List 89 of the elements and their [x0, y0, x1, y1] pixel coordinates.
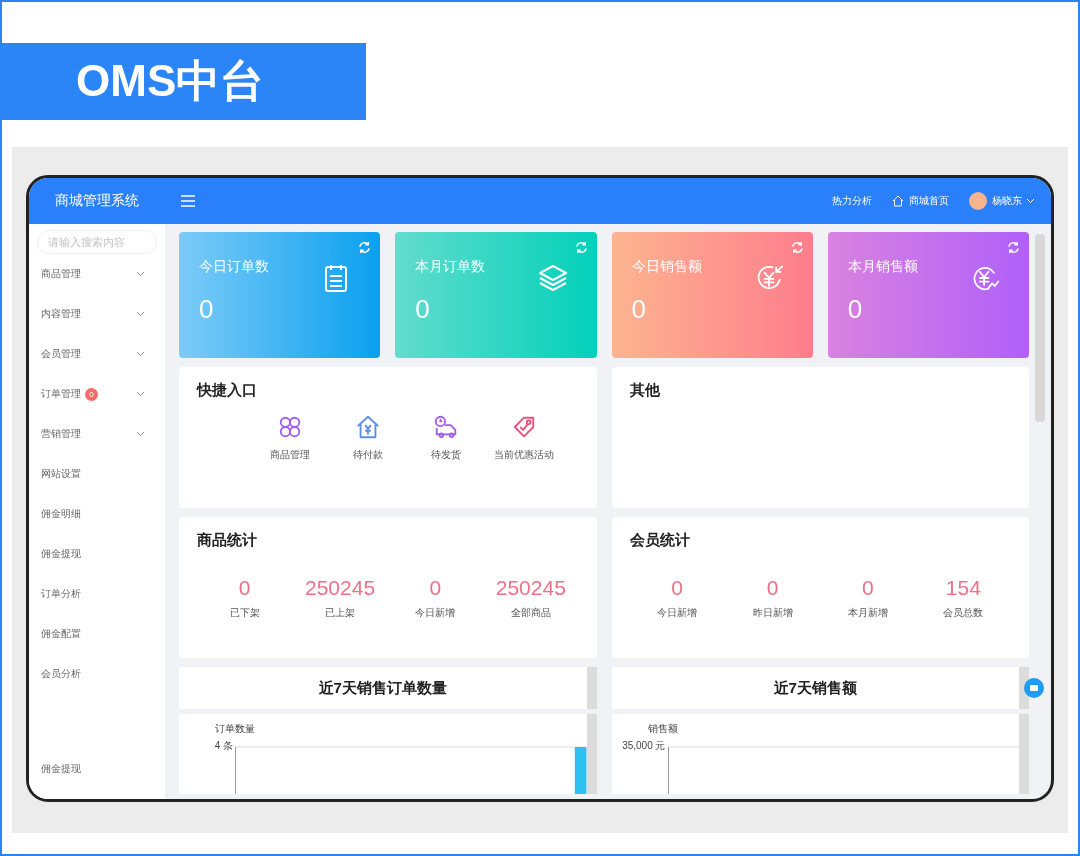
card-value: 0	[847, 294, 864, 325]
link-label: 商城首页	[909, 194, 949, 208]
item-label: 会员分析	[41, 667, 81, 681]
sidebar-item[interactable]: 订单分析	[29, 574, 165, 614]
y-axis	[667, 746, 669, 794]
shortcut-label: 待发货	[431, 448, 461, 462]
stat-label: 会员总数	[942, 606, 985, 620]
panel-title: 会员统计	[629, 531, 691, 550]
card-value: 0	[631, 294, 647, 325]
chart-title: 近7天销售额	[611, 667, 1029, 709]
card-value: 0	[415, 294, 431, 325]
stat-label: 本月新增	[846, 606, 889, 620]
stat-value: 250245	[494, 576, 567, 600]
chart-title: 近7天销售订单数量	[179, 667, 597, 709]
shortcut-item[interactable]: 当前优惠活动	[485, 414, 563, 462]
shortcut-item[interactable]: 商品管理	[251, 414, 329, 462]
layers-icon	[536, 262, 569, 294]
shortcut-label: 当前优惠活动	[494, 448, 554, 462]
sidebar-item[interactable]: 会员分析	[29, 654, 165, 694]
card-title: 今日销售额	[631, 258, 703, 276]
tick-label: 4 条	[214, 739, 233, 753]
item-label: 商品管理	[41, 267, 81, 281]
count-badge: 0	[85, 387, 98, 401]
user-avatar[interactable]	[969, 192, 987, 210]
item-label: 会员管理	[41, 347, 81, 361]
item-label: 佣金明细	[41, 507, 81, 521]
tick-label: 35,000 元	[622, 739, 666, 753]
card-title: 本月订单数	[415, 258, 487, 276]
shortcut-label: 待付款	[353, 448, 383, 462]
stat-label: 昨日新增	[751, 606, 794, 620]
stat-label: 今日新增	[656, 606, 699, 620]
refresh-icon[interactable]	[1007, 241, 1020, 254]
stat-value: 0	[861, 576, 875, 600]
stat-value: 0	[428, 576, 443, 600]
panel-title: 商品统计	[197, 531, 258, 550]
menu-icon[interactable]	[181, 195, 195, 207]
home-icon	[892, 195, 904, 207]
stat-value: 154	[944, 576, 982, 600]
card-value: 0	[199, 294, 215, 325]
banner-title: OMS中台	[2, 43, 366, 120]
sidebar-item[interactable]: 营销管理	[29, 414, 165, 454]
tag-icon	[511, 414, 537, 440]
sidebar-item[interactable]: 订单管理 0	[29, 374, 165, 414]
stat-value: 0	[237, 576, 252, 600]
item-label: 订单分析	[41, 587, 81, 601]
header-link[interactable]: 商城首页	[892, 194, 949, 208]
refresh-icon[interactable]	[574, 241, 588, 254]
sidebar-item[interactable]: 商品管理	[29, 254, 165, 294]
sidebar-item[interactable]: 佣金提现	[29, 749, 165, 789]
stat-label: 已上架	[324, 606, 357, 620]
stat-label: 今日新增	[414, 606, 457, 620]
camera-icon[interactable]	[1024, 678, 1044, 698]
axis-label: 销售额	[647, 722, 678, 736]
refresh-icon[interactable]	[790, 241, 804, 254]
stat-label: 已下架	[228, 606, 261, 620]
stat-label: 全部商品	[509, 606, 552, 620]
panel-title: 其他	[629, 381, 661, 400]
item-label: 营销管理	[41, 427, 81, 441]
shortcut-item[interactable]: 待发货	[407, 414, 485, 462]
sidebar-item[interactable]: 佣金配置	[29, 614, 165, 654]
shortcut-label: 商品管理	[270, 448, 310, 462]
truck-icon	[433, 414, 459, 440]
stat-value: 250245	[304, 576, 377, 600]
sidebar-item[interactable]: 内容管理	[29, 294, 165, 334]
chart-bar	[574, 747, 587, 794]
card-title: 本月销售额	[847, 258, 919, 276]
house-icon	[355, 414, 381, 440]
sidebar-item[interactable]: 网站设置	[29, 454, 165, 494]
refresh-icon[interactable]	[358, 241, 372, 254]
sidebar-item[interactable]: 会员管理	[29, 334, 165, 374]
caret-icon[interactable]	[1026, 198, 1035, 204]
stat-value: 0	[765, 576, 780, 600]
user-name[interactable]: 杨晓东	[992, 194, 1022, 208]
card-title: 今日订单数	[199, 258, 270, 276]
item-label: 网站设置	[41, 467, 81, 481]
shortcut-item[interactable]: 待付款	[329, 414, 407, 462]
item-label: 内容管理	[41, 307, 81, 321]
sidebar-item[interactable]: 佣金提现	[29, 534, 165, 574]
clover-icon	[277, 414, 303, 440]
axis-label: 订单数量	[215, 722, 255, 736]
brand-title: 商城管理系统	[54, 192, 140, 210]
header-link[interactable]: 热力分析	[832, 194, 872, 208]
item-label: 佣金提现	[41, 547, 81, 561]
sidebar-item[interactable]: 佣金明细	[29, 494, 165, 534]
item-label: 佣金配置	[41, 627, 81, 641]
stat-value: 0	[670, 576, 685, 600]
item-label: 订单管理	[41, 387, 81, 401]
y-axis	[235, 746, 236, 794]
panel-title: 快捷入口	[197, 381, 258, 400]
